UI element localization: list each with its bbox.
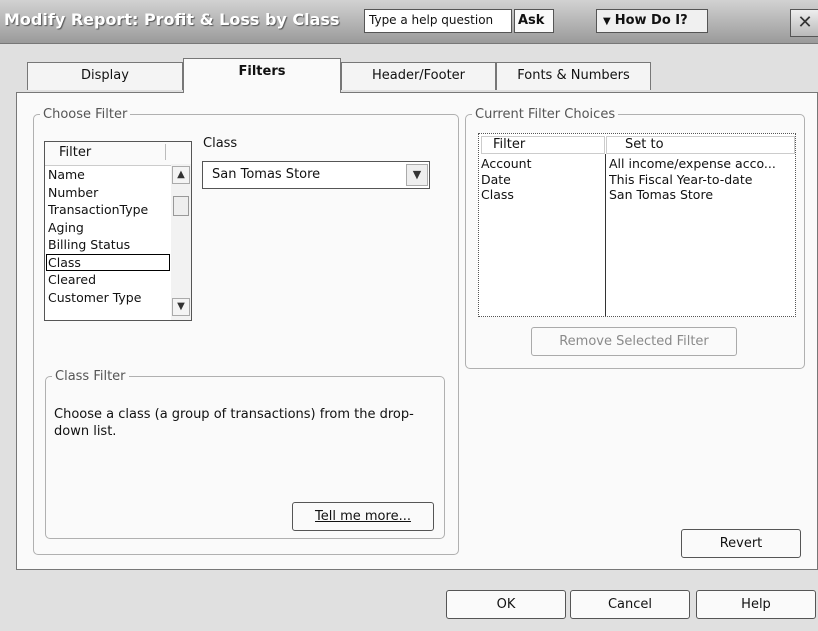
table-cell-filter[interactable]: Date <box>481 172 603 188</box>
table-cell-set-to[interactable]: This Fiscal Year-to-date <box>609 172 795 188</box>
tab-label: Filters <box>238 64 286 79</box>
tab-label: Header/Footer <box>371 68 466 83</box>
filters-panel: Choose Filter Filter Name Number Transac… <box>16 92 818 570</box>
class-label: Class <box>203 136 238 151</box>
list-item[interactable]: Aging <box>46 219 170 237</box>
table-row-filters: Account Date Class <box>481 156 603 203</box>
class-dropdown[interactable]: San Tomas Store ▼ <box>202 161 430 189</box>
tab-display[interactable]: Display <box>27 62 183 90</box>
tell-me-more-button[interactable]: Tell me more... <box>292 502 434 531</box>
help-button[interactable]: Help <box>696 590 816 619</box>
current-filters-table[interactable]: Filter Set to Account Date Class All inc… <box>478 133 796 317</box>
remove-selected-filter-button[interactable]: Remove Selected Filter <box>531 327 737 356</box>
column-header-filter: Filter <box>481 136 605 154</box>
table-cell-set-to[interactable]: San Tomas Store <box>609 187 795 203</box>
ok-button[interactable]: OK <box>446 590 566 619</box>
list-item[interactable]: Name <box>46 166 170 184</box>
filter-list-header: Filter <box>45 142 191 166</box>
title-bar: Modify Report: Profit & Loss by Class Ty… <box>0 0 818 44</box>
class-dropdown-value: San Tomas Store <box>212 167 321 182</box>
tab-fonts-numbers[interactable]: Fonts & Numbers <box>496 62 651 90</box>
list-item[interactable]: Cleared <box>46 271 170 289</box>
table-row-values: All income/expense acco... This Fiscal Y… <box>609 156 795 203</box>
list-item-selected[interactable]: Class <box>46 253 170 271</box>
how-do-i-button[interactable]: ▼ How Do I? <box>596 9 708 33</box>
list-item[interactable]: Billing Status <box>46 236 170 254</box>
close-icon: ✕ <box>797 12 813 33</box>
list-item[interactable]: TransactionType <box>46 201 170 219</box>
table-cell-filter[interactable]: Class <box>481 187 603 203</box>
tell-me-more-label: Tell me more... <box>315 509 411 524</box>
filter-list[interactable]: Filter Name Number TransactionType Aging… <box>44 141 192 321</box>
table-cell-set-to[interactable]: All income/expense acco... <box>609 156 795 172</box>
revert-button[interactable]: Revert <box>681 529 801 558</box>
table-cell-filter[interactable]: Account <box>481 156 603 172</box>
choose-filter-legend: Choose Filter <box>43 107 128 122</box>
tab-label: Fonts & Numbers <box>517 68 630 83</box>
class-filter-description: Choose a class (a group of transactions)… <box>54 407 414 439</box>
triangle-down-icon: ▼ <box>603 16 611 27</box>
cancel-button[interactable]: Cancel <box>570 590 690 619</box>
list-item[interactable]: Customer Type <box>46 289 170 307</box>
list-item[interactable]: Number <box>46 184 170 202</box>
header-divider <box>165 144 166 160</box>
filter-list-scrollbar[interactable]: ▲ ▼ <box>171 164 191 320</box>
tab-label: Display <box>81 68 129 83</box>
close-button[interactable]: ✕ <box>790 9 818 37</box>
scroll-down-icon[interactable]: ▼ <box>172 298 190 316</box>
chevron-down-icon[interactable]: ▼ <box>406 164 428 186</box>
class-filter-legend: Class Filter <box>55 369 126 384</box>
ask-button[interactable]: Ask <box>514 9 554 33</box>
tab-filters[interactable]: Filters <box>183 58 341 93</box>
column-header-set-to: Set to <box>606 136 795 154</box>
filter-items: Name Number TransactionType Aging Billin… <box>46 166 170 306</box>
scroll-thumb[interactable] <box>173 196 189 216</box>
window-title: Modify Report: Profit & Loss by Class <box>4 10 340 29</box>
scroll-up-icon[interactable]: ▲ <box>172 166 190 184</box>
help-question-input[interactable]: Type a help question <box>364 9 512 33</box>
how-do-i-label: How Do I? <box>614 13 688 28</box>
column-divider <box>605 154 606 316</box>
tab-header-footer[interactable]: Header/Footer <box>341 62 496 90</box>
class-filter-group: Class Filter Choose a class (a group of … <box>45 369 445 539</box>
current-filter-area: Filter Set to Account Date Class All inc… <box>465 107 805 369</box>
